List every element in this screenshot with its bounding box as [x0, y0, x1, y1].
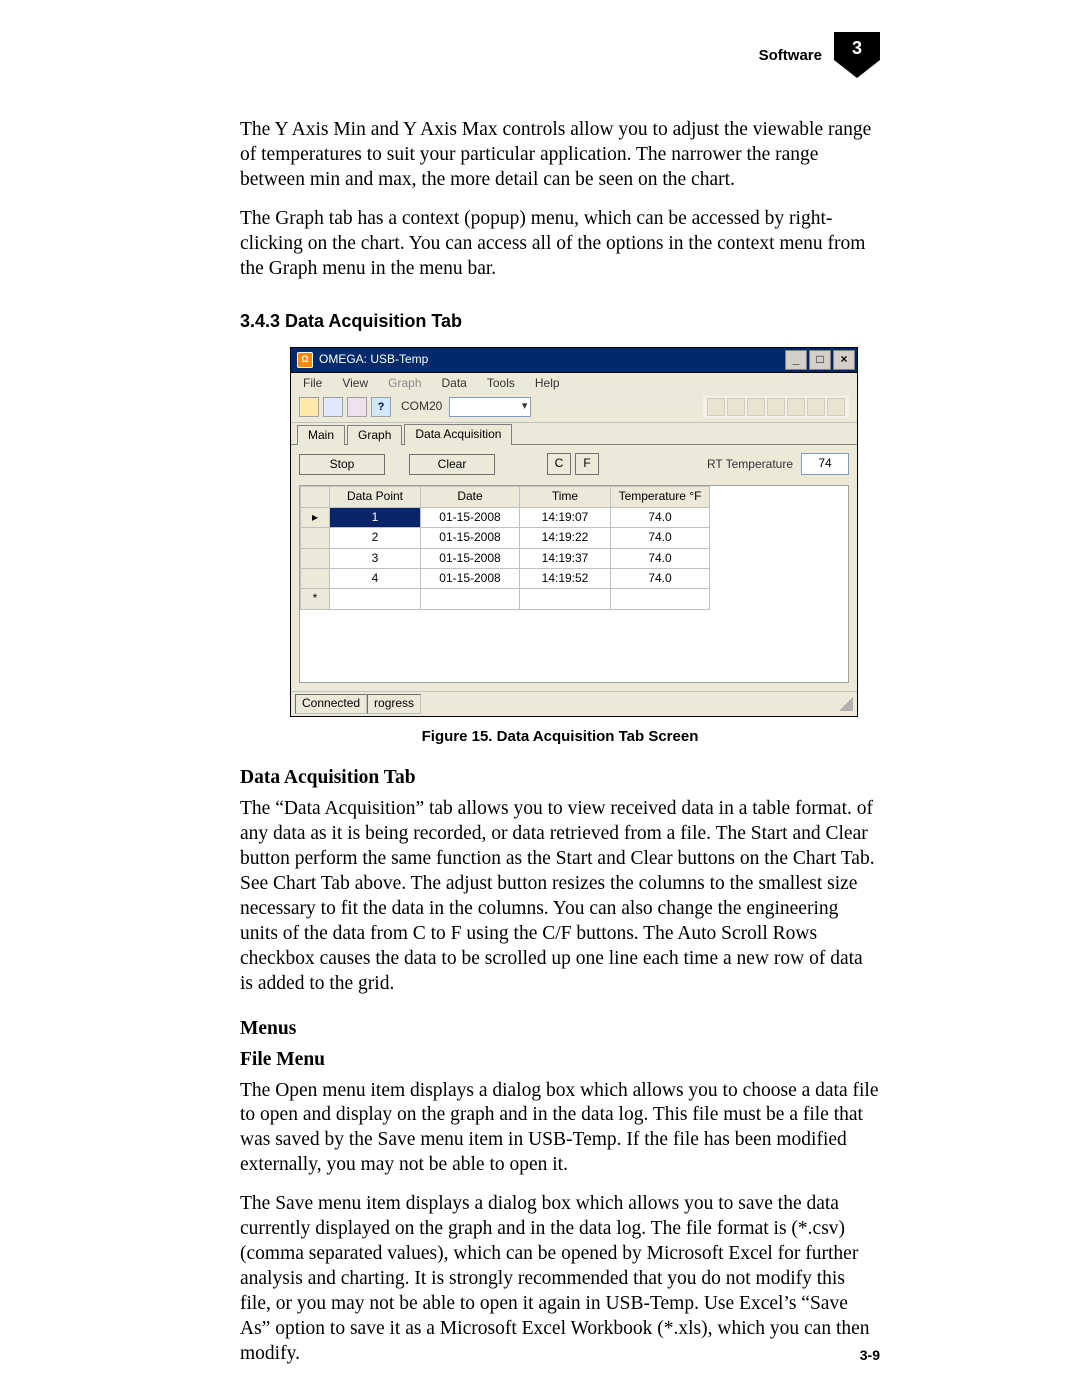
menu-view[interactable]: View: [342, 376, 368, 391]
cell-temp[interactable]: 74.0: [611, 548, 710, 568]
status-bar: Connected rogress: [291, 691, 857, 715]
cell-time[interactable]: 14:19:22: [520, 528, 611, 548]
cell-date[interactable]: 01-15-2008: [421, 548, 520, 568]
window-maximize-button[interactable]: □: [809, 350, 831, 370]
status-connected: Connected: [295, 694, 367, 713]
window-title: OMEGA: USB-Temp: [319, 352, 428, 367]
toolbar-icon[interactable]: [807, 398, 825, 416]
rt-temperature-value: 74: [801, 453, 849, 475]
cell-temp[interactable]: 74.0: [611, 568, 710, 588]
para-yaxis: The Y Axis Min and Y Axis Max controls a…: [240, 118, 880, 193]
heading-daq-tab: Data Acquisition Tab: [240, 766, 880, 791]
document-page: Software 3 The Y Axis Min and Y Axis Max…: [0, 0, 1080, 1397]
resize-grip-icon[interactable]: [839, 697, 853, 711]
menu-tools[interactable]: Tools: [487, 376, 515, 391]
col-date[interactable]: Date: [421, 487, 520, 507]
page-number: 3-9: [860, 1347, 880, 1363]
header-section-label: Software: [759, 47, 822, 64]
cell-time[interactable]: 14:19:37: [520, 548, 611, 568]
clear-button[interactable]: Clear: [409, 454, 495, 475]
com-port-label: COM20: [401, 399, 442, 414]
cell-date[interactable]: 01-15-2008: [421, 568, 520, 588]
data-grid[interactable]: Data Point Date Time Temperature °F ▸ 1 …: [299, 485, 849, 683]
celsius-button[interactable]: C: [547, 453, 571, 475]
menu-help[interactable]: Help: [535, 376, 560, 391]
print-icon[interactable]: [347, 397, 367, 417]
heading-file-menu: File Menu: [240, 1048, 880, 1073]
cell-point[interactable]: [330, 589, 421, 609]
rt-temperature-label: RT Temperature: [707, 457, 793, 472]
para-save-menu: The Save menu item displays a dialog box…: [240, 1192, 880, 1367]
heading-343: 3.4.3 Data Acquisition Tab: [240, 310, 880, 333]
cell-point[interactable]: 4: [330, 568, 421, 588]
page-header-tag: Software 3: [759, 32, 880, 78]
cell-point[interactable]: 1: [330, 507, 421, 527]
stop-button[interactable]: Stop: [299, 454, 385, 475]
status-progress: rogress: [367, 694, 421, 713]
fahrenheit-button[interactable]: F: [575, 453, 599, 475]
row-marker: ▸: [301, 507, 330, 527]
col-data-point[interactable]: Data Point: [330, 487, 421, 507]
body-column: The Y Axis Min and Y Axis Max controls a…: [240, 118, 880, 1367]
cell-temp[interactable]: [611, 589, 710, 609]
tab-main[interactable]: Main: [297, 425, 345, 445]
table-row[interactable]: 3 01-15-2008 14:19:37 74.0: [301, 548, 710, 568]
col-time[interactable]: Time: [520, 487, 611, 507]
toolbar-right-icons: [703, 396, 849, 418]
cell-date[interactable]: [421, 589, 520, 609]
table-header-row: Data Point Date Time Temperature °F: [301, 487, 710, 507]
cell-point[interactable]: 3: [330, 548, 421, 568]
toolbar-icon[interactable]: [827, 398, 845, 416]
col-temp[interactable]: Temperature °F: [611, 487, 710, 507]
open-icon[interactable]: [299, 397, 319, 417]
tab-graph[interactable]: Graph: [347, 425, 402, 445]
window-minimize-button[interactable]: _: [785, 350, 807, 370]
window-close-button[interactable]: ×: [833, 350, 855, 370]
table-row-new[interactable]: *: [301, 589, 710, 609]
window-titlebar: Ω OMEGA: USB-Temp _ □ ×: [291, 348, 857, 373]
toolbar-icon[interactable]: [727, 398, 745, 416]
cell-point[interactable]: 2: [330, 528, 421, 548]
heading-menus: Menus: [240, 1017, 880, 1042]
menu-file[interactable]: File: [303, 376, 322, 391]
table-row[interactable]: 2 01-15-2008 14:19:22 74.0: [301, 528, 710, 548]
controls-row: Stop Clear C F RT Temperature 74: [291, 445, 857, 483]
table-row[interactable]: 4 01-15-2008 14:19:52 74.0: [301, 568, 710, 588]
row-marker: [301, 528, 330, 548]
toolbar-icon[interactable]: [707, 398, 725, 416]
para-graph-context: The Graph tab has a context (popup) menu…: [240, 207, 880, 282]
cell-temp[interactable]: 74.0: [611, 507, 710, 527]
chapter-number: 3: [834, 38, 880, 59]
toolbar-icon[interactable]: [787, 398, 805, 416]
app-icon: Ω: [297, 352, 313, 368]
toolbar-icon[interactable]: [747, 398, 765, 416]
table-row[interactable]: ▸ 1 01-15-2008 14:19:07 74.0: [301, 507, 710, 527]
cell-date[interactable]: 01-15-2008: [421, 528, 520, 548]
row-header-corner: [301, 487, 330, 507]
row-marker: [301, 548, 330, 568]
figure-caption: Figure 15. Data Acquisition Tab Screen: [240, 727, 880, 746]
save-icon[interactable]: [323, 397, 343, 417]
cell-time[interactable]: [520, 589, 611, 609]
help-icon[interactable]: ?: [371, 397, 391, 417]
cell-time[interactable]: 14:19:07: [520, 507, 611, 527]
cell-time[interactable]: 14:19:52: [520, 568, 611, 588]
screenshot-window: Ω OMEGA: USB-Temp _ □ × File View Graph …: [290, 347, 858, 717]
row-marker: *: [301, 589, 330, 609]
tab-data-acquisition[interactable]: Data Acquisition: [404, 424, 512, 445]
chapter-chevron-icon: 3: [834, 32, 880, 78]
para-open-menu: The Open menu item displays a dialog box…: [240, 1079, 880, 1179]
menu-data[interactable]: Data: [442, 376, 467, 391]
toolbar-icon[interactable]: [767, 398, 785, 416]
cell-temp[interactable]: 74.0: [611, 528, 710, 548]
menu-graph[interactable]: Graph: [388, 376, 421, 391]
toolbar: ? COM20: [291, 394, 857, 423]
menu-bar: File View Graph Data Tools Help: [291, 373, 857, 394]
cell-date[interactable]: 01-15-2008: [421, 507, 520, 527]
para-daq: The “Data Acquisition” tab allows you to…: [240, 797, 880, 997]
tab-row: Main Graph Data Acquisition: [291, 423, 857, 445]
com-port-dropdown[interactable]: [449, 397, 531, 417]
row-marker: [301, 568, 330, 588]
